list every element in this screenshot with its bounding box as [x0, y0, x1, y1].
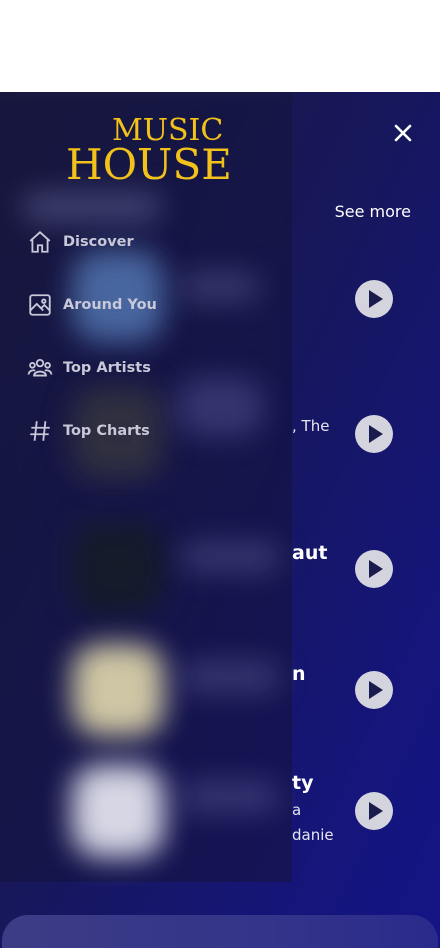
nav-item-label: Around You [63, 297, 157, 313]
image-icon [29, 294, 51, 316]
see-more-link[interactable]: See more [335, 202, 411, 221]
nav-item-around-you[interactable]: Around You [27, 291, 157, 319]
song-title-text: n [292, 663, 306, 685]
blurred-cover-art [72, 522, 164, 614]
nav-item-label: Top Charts [63, 423, 150, 439]
hash-icon [30, 421, 50, 441]
song-title-text: ty [292, 772, 314, 794]
users-icon [27, 358, 53, 377]
song-title-text: aut [292, 542, 328, 564]
nav-drawer: MUSIC HOUSE Discover Around You Top Arti… [0, 92, 292, 882]
play-button[interactable] [355, 415, 393, 453]
song-artist-text: danie [292, 826, 334, 844]
nav-item-discover[interactable]: Discover [27, 228, 157, 256]
logo-line-2: HOUSE [66, 140, 232, 189]
drawer-nav: Discover Around You Top Artists Top Char… [27, 228, 157, 480]
blurred-heading [22, 192, 162, 222]
nav-item-label: Discover [63, 234, 134, 250]
blurred-text [175, 377, 265, 437]
blurred-text [180, 662, 280, 692]
music-player-bar[interactable] [2, 915, 438, 948]
nav-item-top-charts[interactable]: Top Charts [27, 417, 157, 445]
blurred-cover-art [72, 644, 164, 736]
blurred-text [180, 272, 260, 302]
home-icon [29, 231, 51, 253]
nav-item-top-artists[interactable]: Top Artists [27, 354, 157, 382]
song-artist-text: a [292, 801, 302, 819]
play-button[interactable] [355, 550, 393, 588]
close-icon[interactable] [392, 122, 414, 144]
app-logo: MUSIC HOUSE [66, 116, 232, 186]
play-button[interactable] [355, 671, 393, 709]
song-artist-text: , The [292, 417, 330, 435]
blurred-text [180, 542, 280, 572]
blurred-cover-art [72, 765, 164, 857]
blurred-text [180, 782, 280, 812]
play-button[interactable] [355, 280, 393, 318]
play-button[interactable] [355, 792, 393, 830]
nav-item-label: Top Artists [63, 360, 151, 376]
app-screen: See more , The aut n ty a danie MUSIC HO… [0, 92, 440, 948]
